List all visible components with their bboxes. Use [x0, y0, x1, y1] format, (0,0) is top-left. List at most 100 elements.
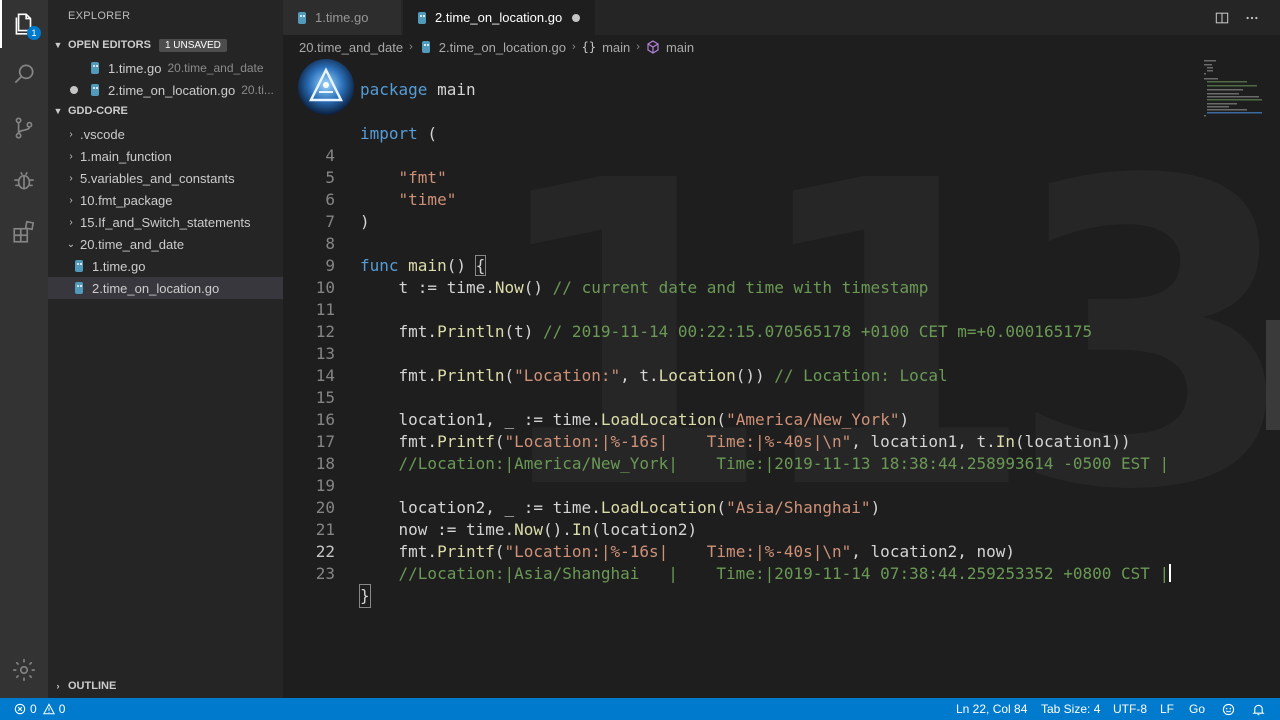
tab-label: 1.time.go: [315, 10, 369, 25]
chevron-right-icon: ›: [69, 128, 73, 140]
breadcrumb-symbol-package[interactable]: main: [602, 40, 630, 55]
code-line: 8 func main() {: [283, 211, 1280, 276]
folder-label: 20.time_and_date: [80, 236, 185, 252]
folder-item[interactable]: › 1.main_function: [48, 145, 283, 167]
status-bar: 0 0 Ln 22, Col 84 Tab Size: 4 UTF-8 LF G…: [0, 698, 1280, 720]
folder-item[interactable]: › 10.fmt_package: [48, 189, 283, 211]
folder-item[interactable]: › .vscode: [48, 123, 283, 145]
folder-item[interactable]: › 15.If_and_Switch_statements: [48, 211, 283, 233]
breadcrumb-symbol-func[interactable]: main: [666, 40, 694, 55]
encoding[interactable]: UTF-8: [1113, 698, 1147, 720]
open-editor-name: 1.time.go: [108, 60, 162, 76]
explorer-sidebar: EXPLORER ▼ OPEN EDITORS 1 UNSAVED 1.time…: [48, 0, 283, 698]
workspace-label: GDD-CORE: [68, 105, 128, 117]
settings-gear-icon[interactable]: [0, 646, 48, 694]
open-editor-desc: 20.time_and_date: [167, 61, 264, 75]
cursor-position[interactable]: Ln 22, Col 84: [956, 698, 1027, 720]
folder-item[interactable]: › 5.variables_and_constants: [48, 167, 283, 189]
code-line: package main: [283, 58, 1280, 99]
breadcrumb-folder[interactable]: 20.time_and_date: [299, 40, 403, 55]
vertical-scrollbar[interactable]: [1266, 320, 1280, 430]
open-editor-desc: 20.ti...: [241, 83, 274, 97]
warning-count: 0: [58, 702, 66, 716]
code-line: 12: [283, 299, 1280, 341]
explorer-icon[interactable]: 1: [0, 0, 48, 48]
code-line: 19 location2, _ := time.LoadLocation("As…: [283, 453, 1280, 517]
workspace-header[interactable]: ▼ GDD-CORE: [48, 100, 283, 122]
folder-label: 1.main_function: [80, 148, 172, 164]
outline-label: OUTLINE: [68, 680, 117, 692]
outline-header[interactable]: › OUTLINE: [48, 675, 283, 697]
text-cursor: [1169, 564, 1172, 582]
code-line: 18: [283, 431, 1280, 473]
go-file-icon: [75, 282, 83, 294]
notifications-bell-icon[interactable]: [1252, 698, 1265, 720]
code-line: 21 fmt.Printf("Location:|%-16s| Time:|%-…: [283, 497, 1280, 561]
folder-item[interactable]: ⌄ 20.time_and_date: [48, 233, 283, 255]
code-line: 6 ): [283, 167, 1280, 231]
search-icon[interactable]: [0, 50, 48, 98]
chevron-right-icon: ›: [69, 172, 73, 184]
go-file-icon: [91, 84, 99, 96]
explorer-badge: 1: [27, 26, 41, 40]
go-file-icon: [418, 11, 426, 24]
breadcrumb-file[interactable]: 2.time_on_location.go: [439, 40, 566, 55]
folder-label: 5.variables_and_constants: [80, 170, 235, 186]
feedback-icon[interactable]: [1222, 698, 1235, 720]
code-line: 13 fmt.Println("Location:", t.Location()…: [283, 321, 1280, 385]
problems-indicator[interactable]: 0 0: [14, 698, 65, 720]
open-editors-header[interactable]: ▼ OPEN EDITORS 1 UNSAVED: [48, 34, 283, 56]
chevron-right-icon: ›: [69, 150, 73, 162]
chevron-right-icon: ›: [69, 216, 73, 228]
folder-label: 10.fmt_package: [80, 192, 173, 208]
source-control-icon[interactable]: [0, 104, 48, 152]
open-editor-item[interactable]: 1.time.go 20.time_and_date: [48, 57, 283, 79]
minimap[interactable]: [1202, 58, 1264, 118]
line-number: 23: [315, 564, 335, 583]
go-file-icon: [421, 41, 430, 53]
code-line: 11 fmt.Println(t) // 2019-11-14 00:22:15…: [283, 277, 1280, 341]
code-line-current: 22 //Location:|Asia/Shanghai | Time:|201…: [283, 519, 1280, 583]
code-line: 15 location1, _ := time.LoadLocation("Am…: [283, 365, 1280, 429]
code-line: 17 //Location:|America/New_York| Time:|2…: [283, 409, 1280, 473]
open-editors-label: OPEN EDITORS: [68, 39, 151, 51]
sidebar-title: EXPLORER: [68, 10, 131, 22]
error-icon: [14, 703, 26, 715]
code-line: 5 "time": [283, 145, 1280, 209]
file-item-selected[interactable]: 2.time_on_location.go: [48, 277, 283, 299]
go-file-icon: [298, 11, 306, 24]
code-line: 4 "fmt": [283, 123, 1280, 187]
code-comment: //Location:|Asia/Shanghai | Time:|2019-1…: [360, 564, 1170, 583]
split-editor-icon[interactable]: [1212, 8, 1232, 28]
tab-label: 2.time_on_location.go: [435, 10, 563, 25]
unsaved-dot-icon[interactable]: [572, 13, 581, 22]
namespace-braces-icon: {}: [581, 40, 597, 54]
matched-bracket: }: [359, 584, 371, 608]
open-editor-item[interactable]: 2.time_on_location.go 20.ti...: [48, 79, 283, 101]
code-line: 10: [283, 255, 1280, 297]
tab-2-time-on-location-go[interactable]: 2.time_on_location.go: [403, 0, 595, 35]
go-file-icon: [75, 260, 83, 272]
code-line: 9 t := time.Now() // current date and ti…: [283, 233, 1280, 297]
unsaved-badge: 1 UNSAVED: [158, 38, 227, 52]
code-line: import (: [283, 101, 1280, 143]
file-item[interactable]: 1.time.go: [48, 255, 283, 277]
chevron-right-icon: ›: [571, 41, 576, 53]
folder-label: .vscode: [80, 126, 125, 142]
end-of-line[interactable]: LF: [1160, 698, 1174, 720]
tab-1-time-go[interactable]: 1.time.go: [283, 0, 401, 35]
debug-icon[interactable]: [0, 156, 48, 204]
chevron-right-icon: ›: [69, 194, 73, 206]
extensions-icon[interactable]: [0, 208, 48, 256]
code-line: 23 }: [283, 541, 1280, 608]
tab-size[interactable]: Tab Size: 4: [1041, 698, 1100, 720]
more-actions-icon[interactable]: [1242, 8, 1262, 28]
go-file-icon: [91, 62, 99, 74]
active-indicator: [0, 0, 2, 48]
activity-bar: 1: [0, 0, 48, 698]
error-count: 0: [30, 702, 37, 716]
code-line: 14: [283, 343, 1280, 385]
language-mode[interactable]: Go: [1189, 698, 1205, 720]
code-token: package: [360, 80, 428, 99]
code-editor[interactable]: 113 package main import ( 4 "fmt" 5 "tim…: [283, 58, 1280, 698]
